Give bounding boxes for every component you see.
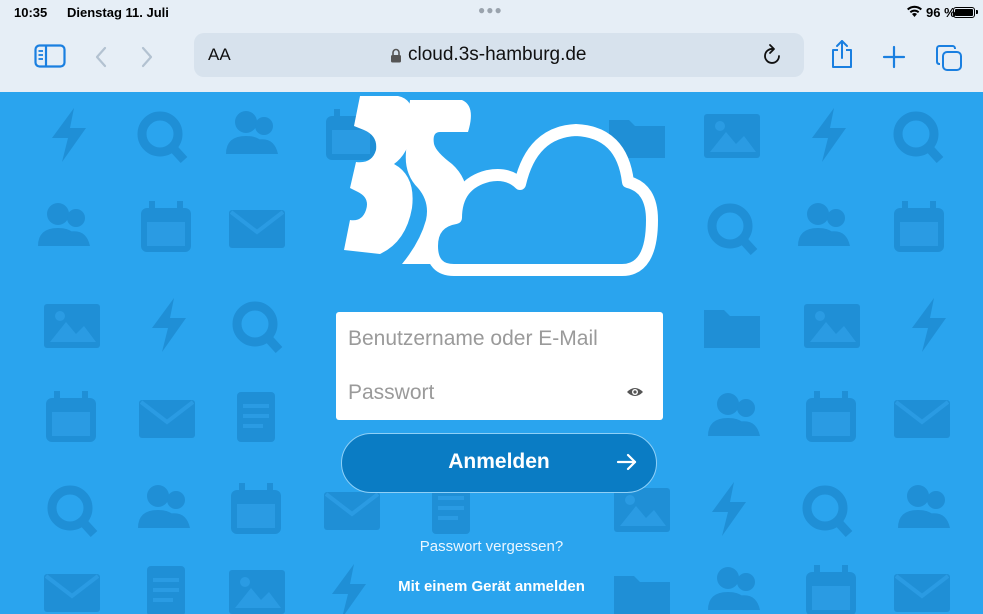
address-bar[interactable]: AA cloud.3s-hamburg.de xyxy=(194,33,804,77)
status-date: Dienstag 11. Juli xyxy=(67,5,169,20)
show-password-eye-icon[interactable] xyxy=(626,386,644,398)
battery-icon xyxy=(953,7,978,18)
tabs-icon[interactable] xyxy=(935,44,963,72)
share-icon[interactable] xyxy=(830,39,854,69)
text-size-button[interactable]: AA xyxy=(208,45,231,65)
reload-icon[interactable] xyxy=(762,43,784,67)
login-form xyxy=(336,312,663,420)
battery-percent: 96 % xyxy=(926,5,956,20)
login-button-label: Anmelden xyxy=(448,450,550,473)
login-button[interactable]: Anmelden xyxy=(341,433,657,493)
wifi-icon xyxy=(907,5,922,17)
forgot-password-link[interactable]: Passwort vergessen? xyxy=(0,538,983,555)
password-input[interactable] xyxy=(336,366,663,420)
back-chevron-icon[interactable] xyxy=(94,46,108,68)
arrow-right-icon xyxy=(616,453,637,471)
forward-chevron-icon[interactable] xyxy=(140,46,154,68)
lock-icon xyxy=(391,48,401,62)
status-bar: 10:35 Dienstag 11. Juli ●●● 96 % xyxy=(0,0,983,24)
status-time: 10:35 xyxy=(14,5,48,20)
sidebar-icon[interactable] xyxy=(34,44,66,68)
device-login-link[interactable]: Mit einem Gerät anmelden xyxy=(0,578,983,595)
multitasking-dots-icon[interactable]: ●●● xyxy=(478,3,503,17)
3s-cloud-logo xyxy=(344,96,658,276)
username-input[interactable] xyxy=(336,312,663,366)
login-page: Anmelden Passwort vergessen? Mit einem G… xyxy=(0,92,983,614)
url-text: cloud.3s-hamburg.de xyxy=(408,44,587,65)
browser-toolbar: AA cloud.3s-hamburg.de xyxy=(0,24,983,92)
new-tab-plus-icon[interactable] xyxy=(882,45,906,69)
